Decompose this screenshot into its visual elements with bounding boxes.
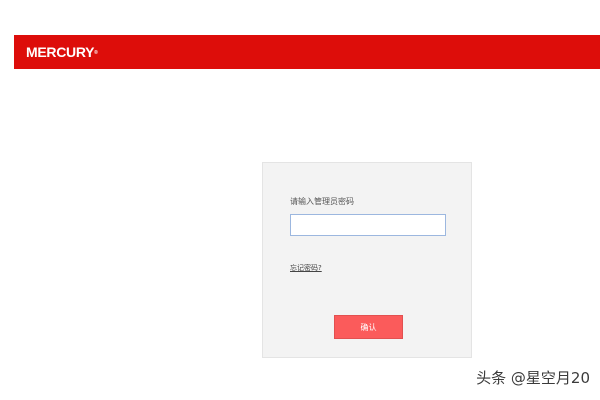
forgot-password-link[interactable]: 忘记密码? [290,263,322,273]
admin-password-input[interactable] [290,214,446,236]
watermark-text: 头条 @星空月20 [476,369,590,387]
confirm-button[interactable]: 确认 [334,315,403,339]
registered-mark: ® [94,50,98,56]
password-prompt-label: 请输入管理员密码 [290,197,354,206]
brand-name: MERCURY [26,44,95,60]
login-panel: 请输入管理员密码 忘记密码? 确认 [262,162,472,358]
brand-logo: MERCURY® [26,44,98,60]
header-bar: MERCURY® [14,35,600,69]
router-login-page: MERCURY® 请输入管理员密码 忘记密码? 确认 头条 @星空月20 [0,0,600,400]
